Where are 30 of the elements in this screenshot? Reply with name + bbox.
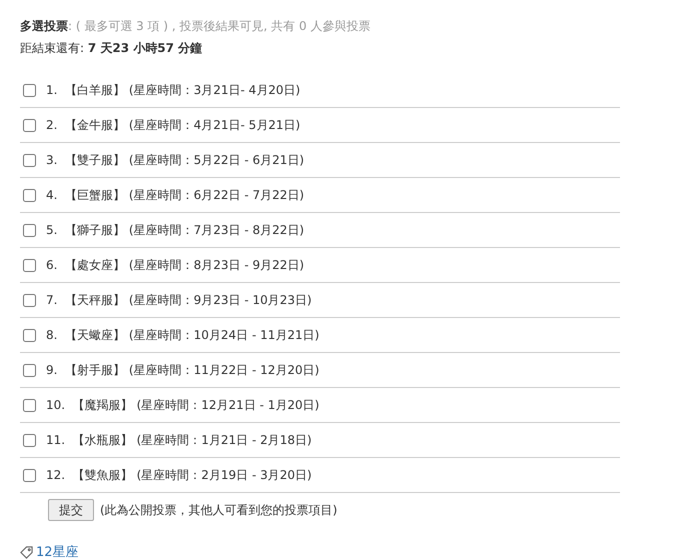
option-checkbox[interactable] xyxy=(23,188,36,202)
option-label: 6. 【處女座】 (星座時間：8月23日 - 9月22日) xyxy=(46,257,304,274)
option-checkbox[interactable] xyxy=(23,258,36,272)
option-label: 8. 【天蠍座】 (星座時間：10月24日 - 11月21日) xyxy=(46,327,320,344)
option-checkbox[interactable] xyxy=(23,224,36,236)
option-checkbox[interactable] xyxy=(23,294,36,306)
option-checkbox[interactable] xyxy=(23,434,36,446)
option-checkbox[interactable] xyxy=(23,118,36,132)
poll-summary: 多選投票: ( 最多可選 3 項 ) , 投票後結果可見, 共有 0 人參與投票 xyxy=(20,18,372,35)
option-checkbox[interactable] xyxy=(23,328,36,342)
option-checkbox[interactable] xyxy=(23,398,36,412)
option-label: 2. 【金牛服】 (星座時間：4月21日- 5月21日) xyxy=(46,117,300,134)
option-label: 3. 【雙子服】 (星座時間：5月22日 - 6月21日) xyxy=(46,152,304,169)
option-label: 5. 【獅子服】 (星座時間：7月23日 - 8月22日) xyxy=(46,222,304,239)
option-checkbox[interactable] xyxy=(23,468,36,482)
option-checkbox[interactable] xyxy=(23,364,36,376)
time-remaining: 距結束還有: 7 天23 小時57 分鐘 xyxy=(20,40,204,57)
public-vote-note: (此為公開投票，其他人可看到您的投票項目) xyxy=(100,502,338,519)
option-label: 11. 【水瓶服】 (星座時間：1月21日 - 2月18日) xyxy=(46,432,312,449)
option-checkbox[interactable] xyxy=(23,84,36,96)
option-label: 7. 【天秤服】 (星座時間：9月23日 - 10月23日) xyxy=(46,292,312,309)
option-checkbox[interactable] xyxy=(23,154,36,166)
tag-link[interactable]: 12星座 xyxy=(36,543,79,559)
submit-button[interactable]: 提交 xyxy=(48,499,94,521)
option-label: 1. 【白羊服】 (星座時間：3月21日- 4月20日) xyxy=(46,82,300,99)
option-label: 12. 【雙魚服】 (星座時間：2月19日 - 3月20日) xyxy=(46,467,312,484)
tag-icon xyxy=(20,546,33,559)
option-label: 10. 【魔羯服】 (星座時間：12月21日 - 1月20日) xyxy=(46,397,320,414)
option-label: 4. 【巨蟹服】 (星座時間：6月22日 - 7月22日) xyxy=(46,187,304,204)
option-label: 9. 【射手服】 (星座時間：11月22日 - 12月20日) xyxy=(46,362,320,379)
